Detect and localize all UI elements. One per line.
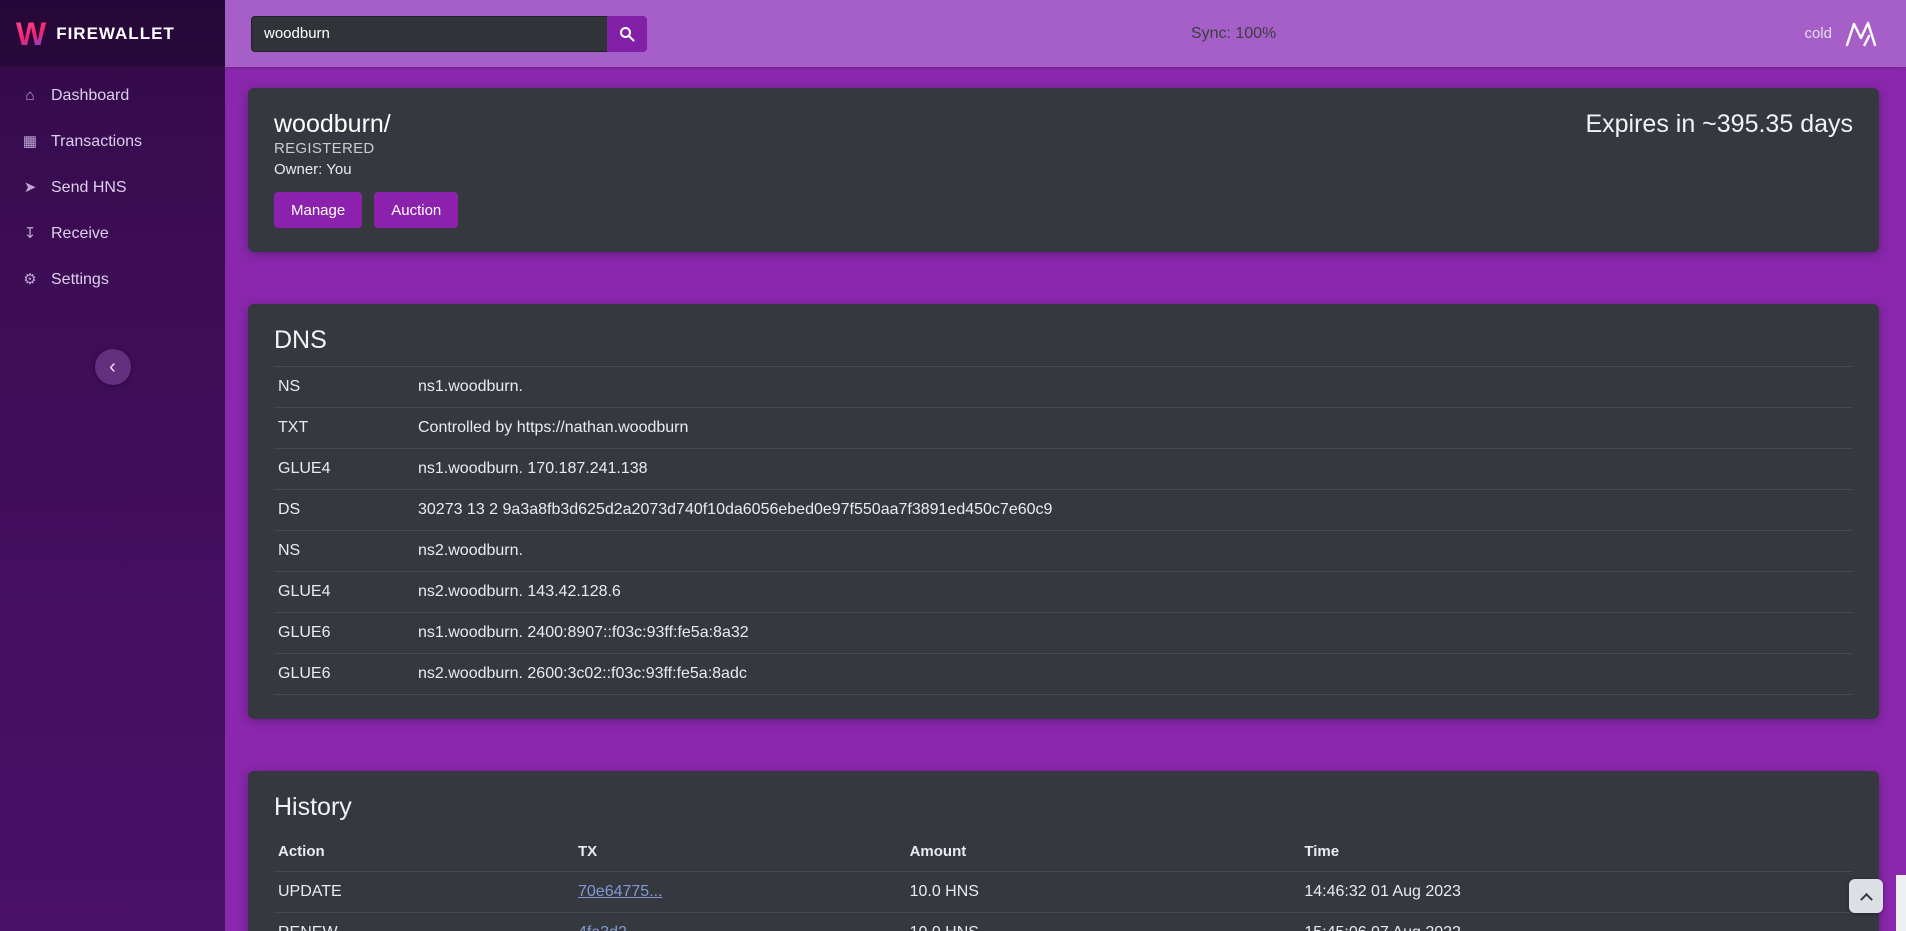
dns-record-type: NS <box>274 531 414 572</box>
history-col-action: Action <box>274 833 574 872</box>
sidebar-item-send-hns[interactable]: ➤ Send HNS <box>0 165 225 211</box>
transactions-icon: ▦ <box>20 132 40 152</box>
sidebar-item-settings[interactable]: ⚙ Settings <box>0 257 225 303</box>
tx-link[interactable]: 70e64775... <box>578 883 663 900</box>
dns-card: DNS NS ns1.woodburn. TXT Controlled by h… <box>248 304 1879 719</box>
dns-record-row: TXT Controlled by https://nathan.woodbur… <box>274 408 1853 449</box>
sidebar-item-label: Dashboard <box>51 86 129 106</box>
domain-owner: Owner: You <box>274 159 1853 180</box>
sidebar-item-receive[interactable]: ↧ Receive <box>0 211 225 257</box>
sidebar-nav: ⌂ Dashboard ▦ Transactions ➤ Send HNS ↧ … <box>0 67 225 309</box>
dns-record-value: ns1.woodburn. 170.187.241.138 <box>414 449 1853 490</box>
history-card: History Action TX Amount Time UPDATE 70e… <box>248 771 1879 931</box>
dns-record-type: DS <box>274 490 414 531</box>
settings-icon: ⚙ <box>20 270 40 290</box>
dns-record-value: ns2.woodburn. <box>414 531 1853 572</box>
history-card-title: History <box>274 793 1853 821</box>
firewallet-logo-icon <box>1844 20 1878 48</box>
history-action: RENEW <box>274 913 574 931</box>
dns-record-type: GLUE6 <box>274 654 414 695</box>
dns-record-value: ns1.woodburn. <box>414 367 1853 408</box>
chevron-up-icon <box>1860 892 1873 905</box>
sidebar-item-transactions[interactable]: ▦ Transactions <box>0 119 225 165</box>
history-amount: 10.0 HNS <box>906 913 1301 931</box>
sidebar-item-label: Send HNS <box>51 178 127 198</box>
dns-record-value: Controlled by https://nathan.woodburn <box>414 408 1853 449</box>
history-time: 14:46:32 01 Aug 2023 <box>1300 872 1853 913</box>
dns-record-type: TXT <box>274 408 414 449</box>
dns-card-title: DNS <box>274 326 1853 354</box>
receive-icon: ↧ <box>20 224 40 244</box>
dns-record-row: GLUE4 ns2.woodburn. 143.42.128.6 <box>274 572 1853 613</box>
sidebar-item-label: Receive <box>51 224 109 244</box>
wallet-mode-label: cold <box>1804 25 1832 42</box>
domain-card: woodburn/ Expires in ~395.35 days REGIST… <box>248 88 1879 252</box>
scroll-to-top-button[interactable] <box>1849 879 1883 913</box>
topbar: Sync: 100% cold <box>225 0 1906 67</box>
sidebar-item-label: Settings <box>51 270 109 290</box>
history-table: Action TX Amount Time UPDATE 70e64775...… <box>274 833 1853 931</box>
domain-status: REGISTERED <box>274 138 1853 159</box>
dns-table: NS ns1.woodburn. TXT Controlled by https… <box>274 366 1853 695</box>
history-row: UPDATE 70e64775... 10.0 HNS 14:46:32 01 … <box>274 872 1853 913</box>
history-row: RENEW 4fa3d2... 10.0 HNS 15:45:06 07 Aug… <box>274 913 1853 931</box>
scrollbar-thumb[interactable] <box>1896 875 1906 931</box>
history-col-tx: TX <box>574 833 906 872</box>
send-icon: ➤ <box>20 178 40 198</box>
dns-record-type: GLUE4 <box>274 572 414 613</box>
domain-expiry: Expires in ~395.35 days <box>1585 110 1853 138</box>
search-button[interactable] <box>607 16 647 52</box>
search-input[interactable] <box>251 16 607 52</box>
manage-button[interactable]: Manage <box>274 192 362 228</box>
app-logo[interactable]: W FIREWALLET <box>0 0 225 67</box>
auction-button[interactable]: Auction <box>374 192 458 228</box>
sidebar-collapse-button[interactable]: ‹ <box>95 349 131 385</box>
dns-record-row: GLUE4 ns1.woodburn. 170.187.241.138 <box>274 449 1853 490</box>
history-action: UPDATE <box>274 872 574 913</box>
dns-record-value: 30273 13 2 9a3a8fb3d625d2a2073d740f10da6… <box>414 490 1853 531</box>
sidebar-item-dashboard[interactable]: ⌂ Dashboard <box>0 73 225 119</box>
chevron-left-icon: ‹ <box>109 357 116 377</box>
history-header-row: Action TX Amount Time <box>274 833 1853 872</box>
tx-link[interactable]: 4fa3d2... <box>578 924 640 931</box>
dns-record-row: GLUE6 ns1.woodburn. 2400:8907::f03c:93ff… <box>274 613 1853 654</box>
wallet-mode: cold <box>1804 20 1878 48</box>
dns-record-value: ns2.woodburn. 143.42.128.6 <box>414 572 1853 613</box>
dns-record-value: ns2.woodburn. 2600:3c02::f03c:93ff:fe5a:… <box>414 654 1853 695</box>
history-time: 15:45:06 07 Aug 2022 <box>1300 913 1853 931</box>
history-amount: 10.0 HNS <box>906 872 1301 913</box>
dns-record-row: NS ns1.woodburn. <box>274 367 1853 408</box>
dns-record-type: NS <box>274 367 414 408</box>
search-group <box>251 16 647 52</box>
dashboard-icon: ⌂ <box>20 86 40 106</box>
sidebar: W FIREWALLET ⌂ Dashboard ▦ Transactions … <box>0 0 225 931</box>
dns-record-row: GLUE6 ns2.woodburn. 2600:3c02::f03c:93ff… <box>274 654 1853 695</box>
domain-title: woodburn/ <box>274 110 391 138</box>
sidebar-item-label: Transactions <box>51 132 142 152</box>
history-col-amount: Amount <box>906 833 1301 872</box>
dns-record-row: DS 30273 13 2 9a3a8fb3d625d2a2073d740f10… <box>274 490 1853 531</box>
history-col-time: Time <box>1300 833 1853 872</box>
dns-record-row: NS ns2.woodburn. <box>274 531 1853 572</box>
firewallet-logo-icon: W <box>16 18 46 50</box>
dns-record-value: ns1.woodburn. 2400:8907::f03c:93ff:fe5a:… <box>414 613 1853 654</box>
main-area: Sync: 100% cold woodburn/ Expires in ~39… <box>225 0 1906 931</box>
dns-record-type: GLUE6 <box>274 613 414 654</box>
dns-record-type: GLUE4 <box>274 449 414 490</box>
app-title: FIREWALLET <box>56 24 175 44</box>
page-content: woodburn/ Expires in ~395.35 days REGIST… <box>225 67 1906 931</box>
search-icon <box>619 26 635 42</box>
sync-status: Sync: 100% <box>1191 25 1276 43</box>
